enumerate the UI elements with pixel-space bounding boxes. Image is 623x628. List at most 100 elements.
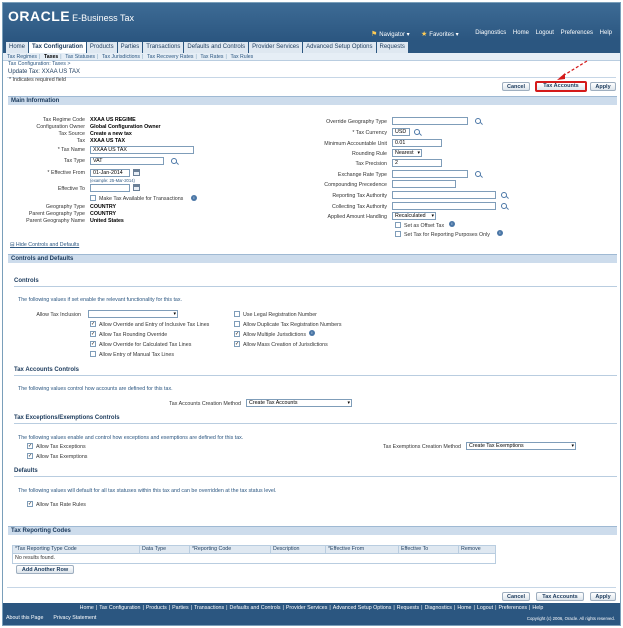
hide-controls-link[interactable]: ⊟ Hide Controls and Defaults: [10, 242, 79, 248]
about-page-link[interactable]: About this Page: [6, 615, 43, 621]
allow-exemptions-checkbox[interactable]: ✓: [27, 453, 33, 459]
subtab-tax-regimes[interactable]: Tax Regimes: [7, 53, 37, 61]
footer-defaults-controls-link[interactable]: Defaults and Controls: [230, 605, 281, 611]
allow-override-inclusive-label: Allow Override and Entry of Inclusive Ta…: [99, 322, 210, 328]
footer-requests-link[interactable]: Requests: [397, 605, 419, 611]
effective-from-calendar-icon[interactable]: [133, 169, 140, 176]
tab-requests[interactable]: Requests: [376, 42, 409, 53]
privacy-statement-link[interactable]: Privacy Statement: [53, 615, 96, 621]
tab-transactions[interactable]: Transactions: [143, 42, 185, 53]
allow-exceptions-checkbox[interactable]: ✓: [27, 443, 33, 449]
allow-manual-lines-checkbox[interactable]: [90, 351, 96, 357]
allow-override-inclusive-checkbox[interactable]: ✓: [90, 321, 96, 327]
home-link[interactable]: Home: [513, 30, 529, 36]
allow-tax-inclusion-select[interactable]: [88, 310, 178, 318]
override-geography-search-icon[interactable]: [475, 118, 481, 124]
tax-type-input[interactable]: VAT: [90, 157, 164, 165]
footer-advanced-setup-link[interactable]: Advanced Setup Options: [333, 605, 392, 611]
offset-tax-help-icon[interactable]: i: [449, 221, 455, 227]
allow-mass-creation-checkbox[interactable]: ✓: [234, 341, 240, 347]
logout-link[interactable]: Logout: [536, 30, 554, 36]
effective-from-input[interactable]: 01-Jan-2014: [90, 169, 130, 177]
make-available-help-icon[interactable]: i: [191, 195, 197, 201]
collecting-authority-search-icon[interactable]: [501, 203, 507, 209]
tax-type-search-icon[interactable]: [171, 158, 177, 164]
subtab-tax-jurisdictions[interactable]: Tax Jurisdictions: [102, 53, 140, 61]
applied-amount-handling-select[interactable]: Recalculated: [392, 212, 436, 220]
reporting-only-help-icon[interactable]: i: [497, 230, 503, 236]
footer-provider-services-link[interactable]: Provider Services: [286, 605, 328, 611]
tab-products[interactable]: Products: [86, 42, 118, 53]
col-effective-from: *Effective From: [325, 546, 398, 554]
use-legal-registration-checkbox[interactable]: [234, 311, 240, 317]
allow-rate-rules-checkbox[interactable]: ✓: [27, 501, 33, 507]
effective-to-input[interactable]: [90, 184, 130, 192]
effective-to-calendar-icon[interactable]: [133, 184, 140, 191]
navigator-menu[interactable]: ⚑ Navigator ▾: [371, 30, 410, 38]
favorites-menu[interactable]: ★ Favorites ▾: [421, 30, 459, 38]
allow-multiple-jurisdictions-label: Allow Multiple Jurisdictions: [243, 332, 306, 338]
allow-multiple-jurisdictions-checkbox[interactable]: ✓: [234, 331, 240, 337]
tab-tax-configuration[interactable]: Tax Configuration: [29, 42, 87, 53]
footer-products-link[interactable]: Products: [146, 605, 167, 611]
footer-home-link[interactable]: Home: [80, 605, 94, 611]
tax-accounts-button-bottom[interactable]: Tax Accounts: [536, 592, 584, 601]
footer-home-link-2[interactable]: Home: [457, 605, 471, 611]
subtab-taxes[interactable]: Taxes: [44, 53, 58, 61]
diagnostics-link[interactable]: Diagnostics: [475, 30, 506, 36]
tax-precision-input[interactable]: 2: [392, 159, 442, 167]
breadcrumb[interactable]: Tax Configuration: Taxes >: [8, 61, 70, 67]
subtab-tax-recovery-rates[interactable]: Tax Recovery Rates: [147, 53, 193, 61]
tax-currency-input[interactable]: USD: [392, 128, 410, 136]
accounts-divider: [14, 375, 617, 376]
footer-help-link[interactable]: Help: [532, 605, 543, 611]
main-information-header: Main Information: [8, 96, 617, 105]
preferences-link[interactable]: Preferences: [561, 30, 593, 36]
applied-amount-handling-label: Applied Amount Handling: [327, 214, 387, 220]
cancel-button-bottom[interactable]: Cancel: [502, 592, 530, 601]
apply-button[interactable]: Apply: [590, 82, 616, 91]
set-offset-tax-checkbox[interactable]: [395, 222, 401, 228]
tab-advanced-setup[interactable]: Advanced Setup Options: [303, 42, 377, 53]
footer-tax-configuration-link[interactable]: Tax Configuration: [99, 605, 140, 611]
exemptions-method-select[interactable]: Create Tax Exemptions: [466, 442, 576, 450]
apply-button-bottom[interactable]: Apply: [590, 592, 616, 601]
help-link[interactable]: Help: [600, 30, 612, 36]
cancel-button[interactable]: Cancel: [502, 82, 530, 91]
make-available-checkbox[interactable]: [90, 195, 96, 201]
footer-preferences-link[interactable]: Preferences: [498, 605, 527, 611]
tab-provider-services[interactable]: Provider Services: [249, 42, 304, 53]
tab-defaults-controls[interactable]: Defaults and Controls: [184, 42, 250, 53]
tab-parties[interactable]: Parties: [117, 42, 144, 53]
footer-diagnostics-link[interactable]: Diagnostics: [425, 605, 452, 611]
title-divider: [7, 77, 616, 78]
tax-name-input[interactable]: XXAA US TAX: [90, 146, 194, 154]
set-reporting-only-checkbox[interactable]: [395, 231, 401, 237]
allow-override-calculated-checkbox[interactable]: ✓: [90, 341, 96, 347]
subtab-tax-rates[interactable]: Tax Rates: [200, 53, 223, 61]
add-another-row-button[interactable]: Add Another Row: [16, 565, 74, 574]
footer-parties-link[interactable]: Parties: [172, 605, 189, 611]
rounding-rule-select[interactable]: Nearest: [392, 149, 422, 157]
config-owner-value: Global Configuration Owner: [90, 124, 161, 130]
tax-currency-search-icon[interactable]: [414, 129, 420, 135]
subtab-tax-rules[interactable]: Tax Rules: [230, 53, 253, 61]
accounts-method-select[interactable]: Create Tax Accounts: [246, 399, 352, 407]
tab-home[interactable]: Home: [6, 42, 30, 53]
exchange-rate-type-input[interactable]: [392, 170, 468, 178]
multiple-jurisdictions-help-icon[interactable]: i: [309, 330, 315, 336]
accounts-method-label: Tax Accounts Creation Method: [169, 401, 241, 407]
reporting-authority-search-icon[interactable]: [501, 192, 507, 198]
collecting-tax-authority-input[interactable]: [392, 202, 496, 210]
override-geography-type-input[interactable]: [392, 117, 468, 125]
controls-divider: [14, 286, 617, 287]
min-accountable-unit-input[interactable]: 0.01: [392, 139, 442, 147]
compounding-precedence-input[interactable]: [392, 180, 456, 188]
allow-duplicate-registration-checkbox[interactable]: [234, 321, 240, 327]
reporting-tax-authority-input[interactable]: [392, 191, 496, 199]
allow-rounding-override-checkbox[interactable]: ✓: [90, 331, 96, 337]
footer-transactions-link[interactable]: Transactions: [194, 605, 224, 611]
footer-logout-link[interactable]: Logout: [477, 605, 493, 611]
exchange-rate-search-icon[interactable]: [475, 171, 481, 177]
subtab-tax-statuses[interactable]: Tax Statuses: [65, 53, 95, 61]
